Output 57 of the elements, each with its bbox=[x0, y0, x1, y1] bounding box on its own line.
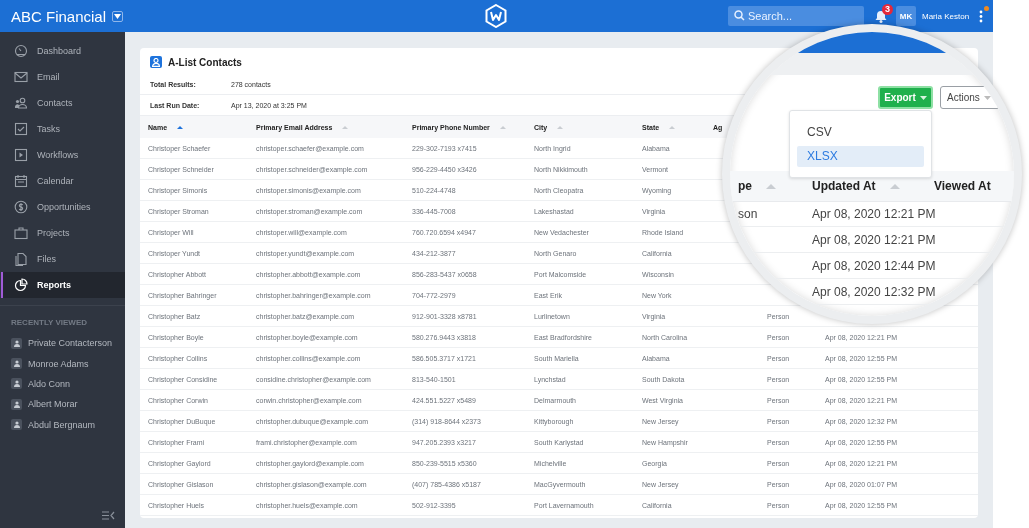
person-icon bbox=[11, 337, 22, 349]
table-cell: Apr 08, 2020 12:32 PM bbox=[812, 284, 936, 299]
recent-item[interactable]: Monroe Adams bbox=[0, 353, 125, 374]
person-icon bbox=[11, 378, 22, 390]
sidebar-item[interactable]: Files bbox=[1, 246, 125, 272]
app-title: ABC Financial bbox=[11, 7, 107, 25]
person-icon bbox=[11, 398, 22, 410]
person-icon bbox=[11, 419, 22, 431]
logo-icon bbox=[485, 4, 507, 28]
collapse-sidebar-icon[interactable] bbox=[102, 511, 115, 520]
status-dot bbox=[984, 5, 989, 11]
person-icon bbox=[11, 358, 22, 370]
column-header[interactable]: pe bbox=[738, 179, 752, 193]
menu-item[interactable]: XLSX bbox=[797, 145, 924, 167]
search-icon bbox=[734, 10, 745, 21]
table-cell: Apr 08, 2020 12:21 PM bbox=[812, 206, 936, 221]
sidebar-item[interactable]: Reports bbox=[1, 272, 125, 298]
contact-icon bbox=[150, 56, 162, 68]
sidebar-item[interactable]: Workflows bbox=[1, 142, 125, 168]
table-cell: Apr 08, 2020 12:44 PM bbox=[812, 258, 936, 273]
checkbox-icon bbox=[14, 122, 28, 136]
play-icon bbox=[14, 148, 28, 162]
column-header[interactable]: Updated At bbox=[812, 179, 876, 193]
caret-icon bbox=[983, 95, 991, 100]
document-icon bbox=[14, 252, 28, 266]
sidebar-item[interactable]: Dashboard bbox=[1, 38, 125, 64]
actions-button[interactable]: Actions bbox=[940, 86, 1000, 109]
user-name[interactable]: Maria Keston bbox=[922, 11, 974, 21]
sidebar-item[interactable]: Projects bbox=[1, 220, 125, 246]
envelope-icon bbox=[14, 70, 28, 84]
user-avatar[interactable]: MK bbox=[896, 6, 916, 26]
recent-item[interactable]: Albert Morar bbox=[0, 394, 125, 415]
bell-icon[interactable] bbox=[875, 9, 887, 23]
briefcase-icon bbox=[14, 226, 28, 240]
table-cell: Apr 08, 2020 12:21 PM bbox=[812, 232, 936, 247]
sidebar-item[interactable]: Opportunities bbox=[1, 194, 125, 220]
menu-item[interactable]: CSV bbox=[797, 121, 924, 143]
dropdown-icon[interactable] bbox=[112, 10, 124, 22]
sidebar-item[interactable]: Email bbox=[1, 64, 125, 90]
more-icon[interactable] bbox=[979, 9, 983, 23]
sidebar-item[interactable]: Contacts bbox=[1, 90, 125, 116]
notification-badge: 3 bbox=[882, 3, 893, 15]
search-field[interactable]: Search... bbox=[728, 6, 864, 26]
pie-chart-icon bbox=[14, 278, 28, 292]
recent-item[interactable]: Abdul Bergnaum bbox=[0, 414, 125, 435]
sidebar-item[interactable]: Tasks bbox=[1, 116, 125, 142]
dollar-icon bbox=[14, 200, 28, 214]
report-title: A-List Contacts bbox=[168, 56, 242, 68]
sidebar-item[interactable]: Calendar bbox=[1, 168, 125, 194]
recent-item[interactable]: Private Contacterson bbox=[0, 333, 125, 354]
column-header[interactable]: Viewed At bbox=[934, 179, 991, 193]
caret-icon bbox=[919, 95, 927, 100]
recent-item[interactable]: Aldo Conn bbox=[0, 373, 125, 395]
people-icon bbox=[14, 96, 28, 110]
calendar-icon bbox=[14, 174, 28, 188]
gauge-icon bbox=[14, 44, 28, 58]
table-cell: son bbox=[738, 206, 758, 221]
